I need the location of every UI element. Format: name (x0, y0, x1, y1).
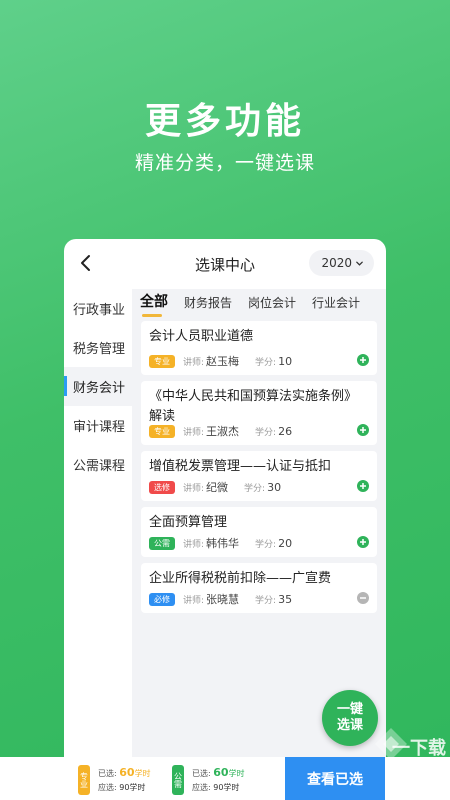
course-type-badge: 专业 (149, 354, 175, 368)
watermark-text: 一下载 (392, 738, 446, 759)
selected-unit: 学时 (134, 768, 151, 778)
credit-value: 10 (278, 354, 293, 368)
category-tabs: 全部 财务报告 岗位会计 行业会计 (132, 289, 386, 317)
selected-label: 已选: (192, 768, 211, 778)
teacher-label: 讲师: (183, 539, 205, 550)
tab-financial-report[interactable]: 财务报告 (184, 294, 232, 317)
add-course-icon[interactable] (357, 536, 369, 548)
back-arrow-icon[interactable] (76, 253, 96, 273)
course-meta: 专业 讲师: 王淑杰 学分: 26 (149, 423, 292, 439)
credit-label: 学分: (255, 539, 277, 550)
selected-hours: 60 (213, 765, 229, 779)
teacher-name: 韩伟华 (206, 537, 240, 550)
category-sidebar: 行政事业 税务管理 财务会计 审计课程 公需课程 (64, 289, 132, 749)
course-card[interactable]: 增值税发票管理——认证与抵扣 选修 讲师: 纪微 学分: 30 (141, 451, 377, 501)
course-card[interactable]: 《中华人民共和国预算法实施条例》解读 专业 讲师: 王淑杰 学分: 26 (141, 381, 377, 445)
required-label: 应选: (98, 782, 117, 792)
required-hours: 90学时 (213, 782, 240, 792)
course-title: 增值税发票管理——认证与抵扣 (149, 459, 332, 474)
sidebar-item-label: 审计课程 (73, 420, 126, 435)
required-label: 应选: (192, 782, 211, 792)
one-click-select-button[interactable]: 一键 选课 (322, 690, 378, 746)
course-card[interactable]: 全面预算管理 公需 讲师: 韩伟华 学分: 20 (141, 507, 377, 557)
add-course-icon[interactable] (357, 354, 369, 366)
sidebar-item-tax[interactable]: 税务管理 (64, 328, 132, 367)
teacher-label: 讲师: (183, 357, 205, 368)
teacher-label: 讲师: (183, 595, 205, 606)
summary-text: 已选: 60学时 应选: 90学时 (192, 766, 245, 795)
teacher-name: 纪微 (206, 481, 229, 494)
hero-subtitle: 精准分类，一键选课 (134, 152, 315, 174)
credit-label: 学分: (244, 483, 266, 494)
sidebar-item-label: 公需课程 (73, 459, 126, 474)
course-type-badge: 必修 (149, 592, 175, 606)
bottom-summary-bar: 专业 已选: 60学时 应选: 90学时 公需 已选: 60学时 应选: 90学… (0, 757, 450, 800)
summary-public: 公需 已选: 60学时 应选: 90学时 (172, 765, 245, 795)
remove-course-icon[interactable] (357, 592, 369, 604)
page-title: 选课中心 (194, 255, 255, 274)
teacher-name: 张晓慧 (206, 593, 240, 606)
course-title: 《中华人民共和国预算法实施条例》解读 (149, 389, 358, 424)
year-dropdown[interactable]: 2020 (309, 250, 374, 276)
summary-professional: 专业 已选: 60学时 应选: 90学时 (78, 765, 151, 795)
fab-line-2: 选课 (336, 718, 363, 733)
course-title: 全面预算管理 (149, 515, 228, 530)
add-course-icon[interactable] (357, 424, 369, 436)
sidebar-item-label: 行政事业 (73, 303, 126, 318)
hero-title: 更多功能 (144, 101, 305, 142)
sidebar-item-admin[interactable]: 行政事业 (64, 289, 132, 328)
course-meta: 专业 讲师: 赵玉梅 学分: 10 (149, 353, 292, 369)
credit-value: 30 (267, 480, 282, 494)
add-course-icon[interactable] (357, 480, 369, 492)
credit-label: 学分: (255, 357, 277, 368)
teacher-name: 赵玉梅 (206, 355, 240, 368)
chevron-down-icon (356, 261, 363, 266)
course-card[interactable]: 会计人员职业道德 专业 讲师: 赵玉梅 学分: 10 (141, 321, 377, 375)
course-type-badge: 选修 (149, 480, 175, 494)
summary-tag: 公需 (172, 765, 184, 795)
tab-position-accounting[interactable]: 岗位会计 (248, 294, 296, 317)
year-value: 2020 (321, 256, 352, 270)
credit-label: 学分: (255, 427, 277, 438)
tab-all[interactable]: 全部 (140, 291, 168, 317)
selected-unit: 学时 (228, 768, 245, 778)
course-title: 会计人员职业道德 (149, 329, 254, 344)
teacher-name: 王淑杰 (206, 425, 240, 438)
course-list-area: 全部 财务报告 岗位会计 行业会计 会计人员职业道德 专业 讲师: 赵玉梅 学分… (132, 289, 386, 757)
course-title: 企业所得税税前扣除——广宣费 (149, 571, 332, 586)
course-type-badge: 专业 (149, 424, 175, 438)
sidebar-item-audit[interactable]: 审计课程 (64, 406, 132, 445)
sidebar-item-accounting[interactable]: 财务会计 (64, 367, 132, 406)
course-card[interactable]: 企业所得税税前扣除——广宣费 必修 讲师: 张晓慧 学分: 35 (141, 563, 377, 613)
selected-label: 已选: (98, 768, 117, 778)
selected-hours: 60 (119, 765, 135, 779)
summary-text: 已选: 60学时 应选: 90学时 (98, 766, 151, 795)
teacher-label: 讲师: (183, 483, 205, 494)
course-meta: 公需 讲师: 韩伟华 学分: 20 (149, 535, 292, 551)
summary-tag: 专业 (78, 765, 90, 795)
fab-line-1: 一键 (336, 702, 363, 717)
sidebar-item-label: 财务会计 (73, 381, 126, 396)
teacher-label: 讲师: (183, 427, 205, 438)
course-meta: 选修 讲师: 纪微 学分: 30 (149, 479, 281, 495)
sidebar-item-public[interactable]: 公需课程 (64, 445, 132, 484)
view-selected-button[interactable]: 查看已选 (285, 757, 385, 800)
required-hours: 90学时 (119, 782, 146, 792)
course-meta: 必修 讲师: 张晓慧 学分: 35 (149, 591, 292, 607)
course-type-badge: 公需 (149, 536, 175, 550)
watermark-url: www.yi4.com (394, 760, 448, 769)
credit-value: 26 (278, 424, 293, 438)
credit-value: 20 (278, 536, 293, 550)
top-bar: 选课中心 2020 (64, 239, 386, 289)
tab-industry-accounting[interactable]: 行业会计 (312, 294, 360, 317)
credit-value: 35 (278, 592, 293, 606)
sidebar-item-label: 税务管理 (73, 342, 126, 357)
credit-label: 学分: (255, 595, 277, 606)
